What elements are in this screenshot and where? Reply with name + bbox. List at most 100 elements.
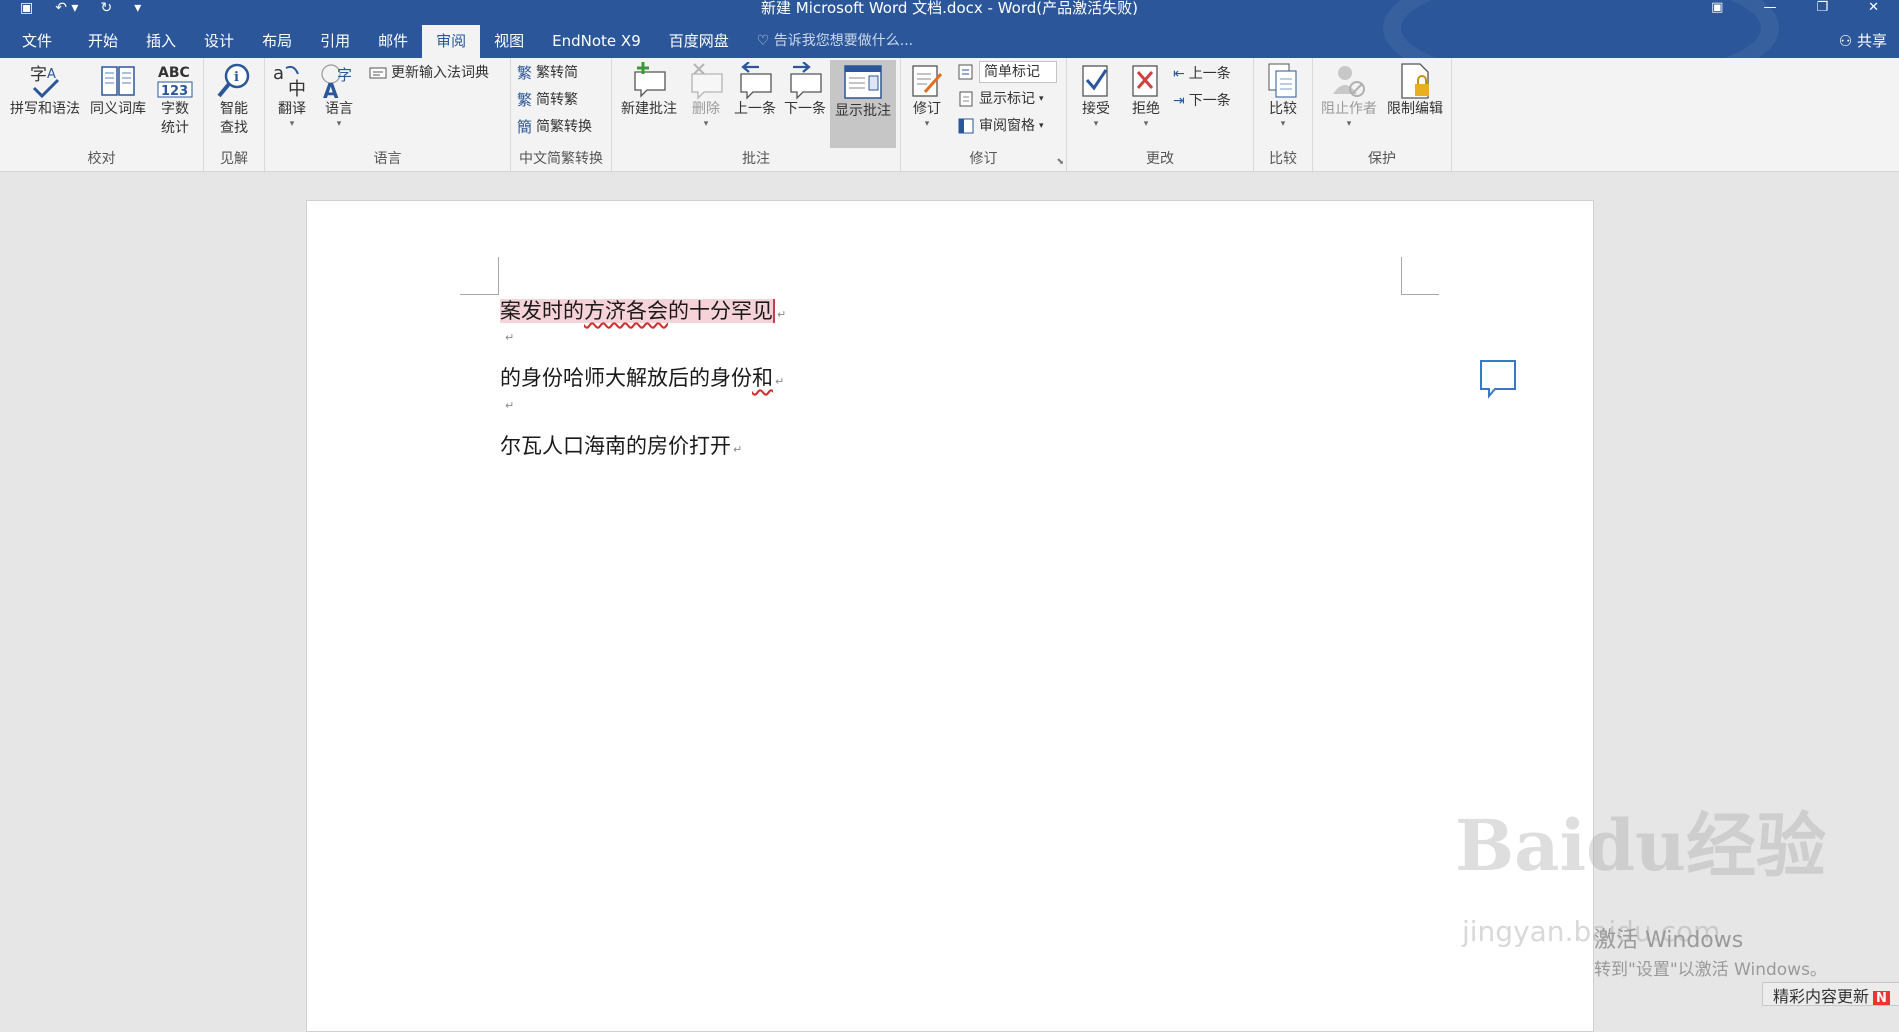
tab-review[interactable]: 审阅 — [422, 25, 481, 58]
restrict-editing-button[interactable]: 限制编辑 — [1383, 62, 1447, 119]
empty-paragraph-mark-2: ↵ — [505, 399, 515, 412]
document-page[interactable]: 案发时的方济各会的十分罕见 ↵ ↵ 的身份哈师大解放后的身份和 ↵ ↵ 尔瓦人口海南… — [306, 200, 1594, 1032]
svg-text:a: a — [273, 63, 284, 84]
next-change-icon: ⇥ — [1173, 93, 1185, 109]
accept-button[interactable]: 接受 ▾ — [1073, 62, 1119, 129]
thesaurus-label: 同义词库 — [90, 101, 146, 117]
simple-markup-dropdown[interactable]: 简单标记 — [957, 60, 1057, 84]
restrict-editing-label: 限制编辑 — [1387, 101, 1443, 117]
track-changes-button[interactable]: 修订 ▾ — [907, 62, 947, 129]
update-ime-dictionary-button[interactable]: 更新输入法词典 — [369, 61, 489, 85]
update-notice-button[interactable]: 精彩内容更新 N — [1762, 982, 1899, 1006]
previous-comment-icon — [740, 62, 772, 100]
svg-text:123: 123 — [161, 84, 188, 99]
previous-change-icon: ⇤ — [1173, 66, 1185, 82]
minimize-icon[interactable]: — — [1763, 0, 1776, 15]
next-change-button[interactable]: ⇥ 下一条 — [1173, 89, 1231, 113]
new-comment-label: 新建批注 — [621, 101, 677, 117]
word-count-label-2: 统计 — [161, 120, 189, 136]
tab-layout[interactable]: 布局 — [248, 25, 306, 58]
tab-design[interactable]: 设计 — [190, 25, 248, 58]
group-protect: 阻止作者 ▾ 限制编辑 保护 — [1313, 58, 1452, 171]
t2s-icon: 繁 — [517, 64, 533, 82]
tab-endnote[interactable]: EndNote X9 — [538, 25, 655, 58]
previous-change-button[interactable]: ⇤ 上一条 — [1173, 62, 1231, 86]
paragraph-3-text: 的身份哈师大解放后的身份和 — [500, 366, 773, 390]
thesaurus-button[interactable]: 同义词库 — [84, 62, 152, 119]
spelling-error-text[interactable]: 方济各会 — [584, 299, 668, 323]
share-button[interactable]: ⚇ 共享 — [1839, 25, 1887, 58]
group-label-proofing: 校对 — [87, 151, 116, 167]
track-changes-label: 修订 — [913, 101, 941, 117]
block-authors-icon — [1333, 66, 1365, 97]
show-markup-dropdown[interactable]: 显示标记 ▾ — [957, 87, 1044, 111]
reject-label: 拒绝 — [1132, 101, 1160, 117]
dictionary-icon — [369, 67, 387, 79]
traditional-to-simplified-button[interactable]: 繁 繁转简 — [517, 61, 578, 85]
reject-button[interactable]: 拒绝 ▾ — [1123, 62, 1169, 129]
empty-paragraph-mark-1: ↵ — [505, 331, 515, 344]
simplified-to-traditional-button[interactable]: 繁 简转繁 — [517, 88, 578, 112]
group-proofing: 字 A 拼写和语法 同义词库 ABC 123 字数 统计 校对 — [0, 58, 204, 171]
tab-references[interactable]: 引用 — [306, 25, 364, 58]
compare-caret-icon: ▾ — [1280, 119, 1286, 129]
group-chinese-conversion: 繁 繁转简 繁 简转繁 簡 简繁转换 中文简繁转换 — [511, 58, 612, 171]
new-comment-button[interactable]: 新建批注 — [616, 62, 682, 119]
chinese-conversion-button[interactable]: 簡 简繁转换 — [517, 115, 592, 139]
tab-file[interactable]: 文件 — [0, 25, 74, 58]
commented-text[interactable]: 案发时的方济各会的十分罕见 — [500, 299, 775, 323]
smart-lookup-button[interactable]: i 智能 查找 — [210, 62, 258, 138]
group-label-compare: 比较 — [1269, 151, 1297, 167]
paragraph-1[interactable]: 案发时的方济各会的十分罕见 ↵ — [500, 295, 786, 325]
paragraph-mark-3: ↵ — [775, 375, 785, 388]
title-bar: ▣ ↶ ▾ ↻ ▾ 新建 Microsoft Word 文档.docx - Wo… — [0, 0, 1899, 58]
compare-button[interactable]: 比较 ▾ — [1260, 62, 1306, 129]
activate-windows-hint: 转到"设置"以激活 Windows。 — [1594, 960, 1827, 980]
spelling-grammar-button[interactable]: 字 A 拼写和语法 — [5, 62, 85, 119]
show-comments-button[interactable]: 显示批注 — [830, 60, 896, 148]
previous-change-label: 上一条 — [1188, 66, 1231, 82]
convert-icon: 簡 — [517, 118, 533, 136]
tab-view[interactable]: 视图 — [480, 25, 538, 58]
reject-icon — [1132, 65, 1158, 97]
tab-mailings[interactable]: 邮件 — [364, 25, 422, 58]
svg-text:ABC: ABC — [158, 65, 190, 81]
crop-mark-top-right-v — [1401, 257, 1402, 295]
group-label-changes: 更改 — [1146, 151, 1174, 167]
compare-icon — [1268, 63, 1297, 98]
previous-comment-label: 上一条 — [734, 101, 776, 117]
tracking-dialog-launcher-icon[interactable]: ⬊ — [1056, 157, 1064, 167]
tab-home[interactable]: 开始 — [74, 25, 132, 58]
paragraph-5[interactable]: 尔瓦人口海南的房价打开 ↵ — [500, 430, 742, 460]
reject-caret-icon: ▾ — [1143, 119, 1149, 129]
lock-document-icon — [1401, 63, 1429, 99]
review-pane-dropdown[interactable]: 审阅窗格 ▾ — [957, 114, 1044, 138]
ribbon-display-icon[interactable]: ▣ — [1711, 0, 1723, 15]
paragraph-3[interactable]: 的身份哈师大解放后的身份和 ↵ — [500, 362, 784, 392]
spelling-icon: 字 A — [30, 65, 60, 99]
tab-insert[interactable]: 插入 — [132, 25, 190, 58]
close-icon[interactable]: ✕ — [1868, 0, 1879, 15]
crop-mark-top-left-v — [498, 257, 499, 295]
block-authors-button[interactable]: 阻止作者 ▾ — [1317, 62, 1381, 129]
language-label: 语言 — [325, 101, 353, 117]
word-count-button[interactable]: ABC 123 字数 统计 — [152, 62, 198, 138]
new-comment-icon — [634, 62, 666, 98]
ribbon: 字 A 拼写和语法 同义词库 ABC 123 字数 统计 校对 i 智能 查找 … — [0, 58, 1899, 172]
comment-balloon-icon[interactable] — [1479, 359, 1519, 399]
tell-me-box[interactable]: ♡ 告诉我您想要做什么... — [743, 25, 927, 58]
translate-caret-icon: ▾ — [289, 119, 295, 129]
delete-comment-button[interactable]: 删除 ▾ — [684, 62, 728, 129]
spelling-error-text-2[interactable]: 和 — [752, 366, 773, 390]
restore-icon[interactable]: ❐ — [1816, 0, 1828, 15]
previous-comment-button[interactable]: 上一条 — [730, 62, 780, 119]
block-authors-label: 阻止作者 — [1321, 101, 1377, 117]
translate-button[interactable]: a 中 翻译 ▾ — [269, 62, 315, 129]
language-button[interactable]: 字 A 语言 ▾ — [317, 62, 361, 129]
tab-baidu-netdisk[interactable]: 百度网盘 — [655, 25, 743, 58]
crop-mark-top-left-h — [460, 294, 498, 295]
word-count-label-1: 字数 — [161, 101, 189, 117]
next-comment-button[interactable]: 下一条 — [780, 62, 830, 119]
update-ime-label: 更新输入法词典 — [391, 65, 489, 81]
group-label-language: 语言 — [373, 151, 402, 167]
